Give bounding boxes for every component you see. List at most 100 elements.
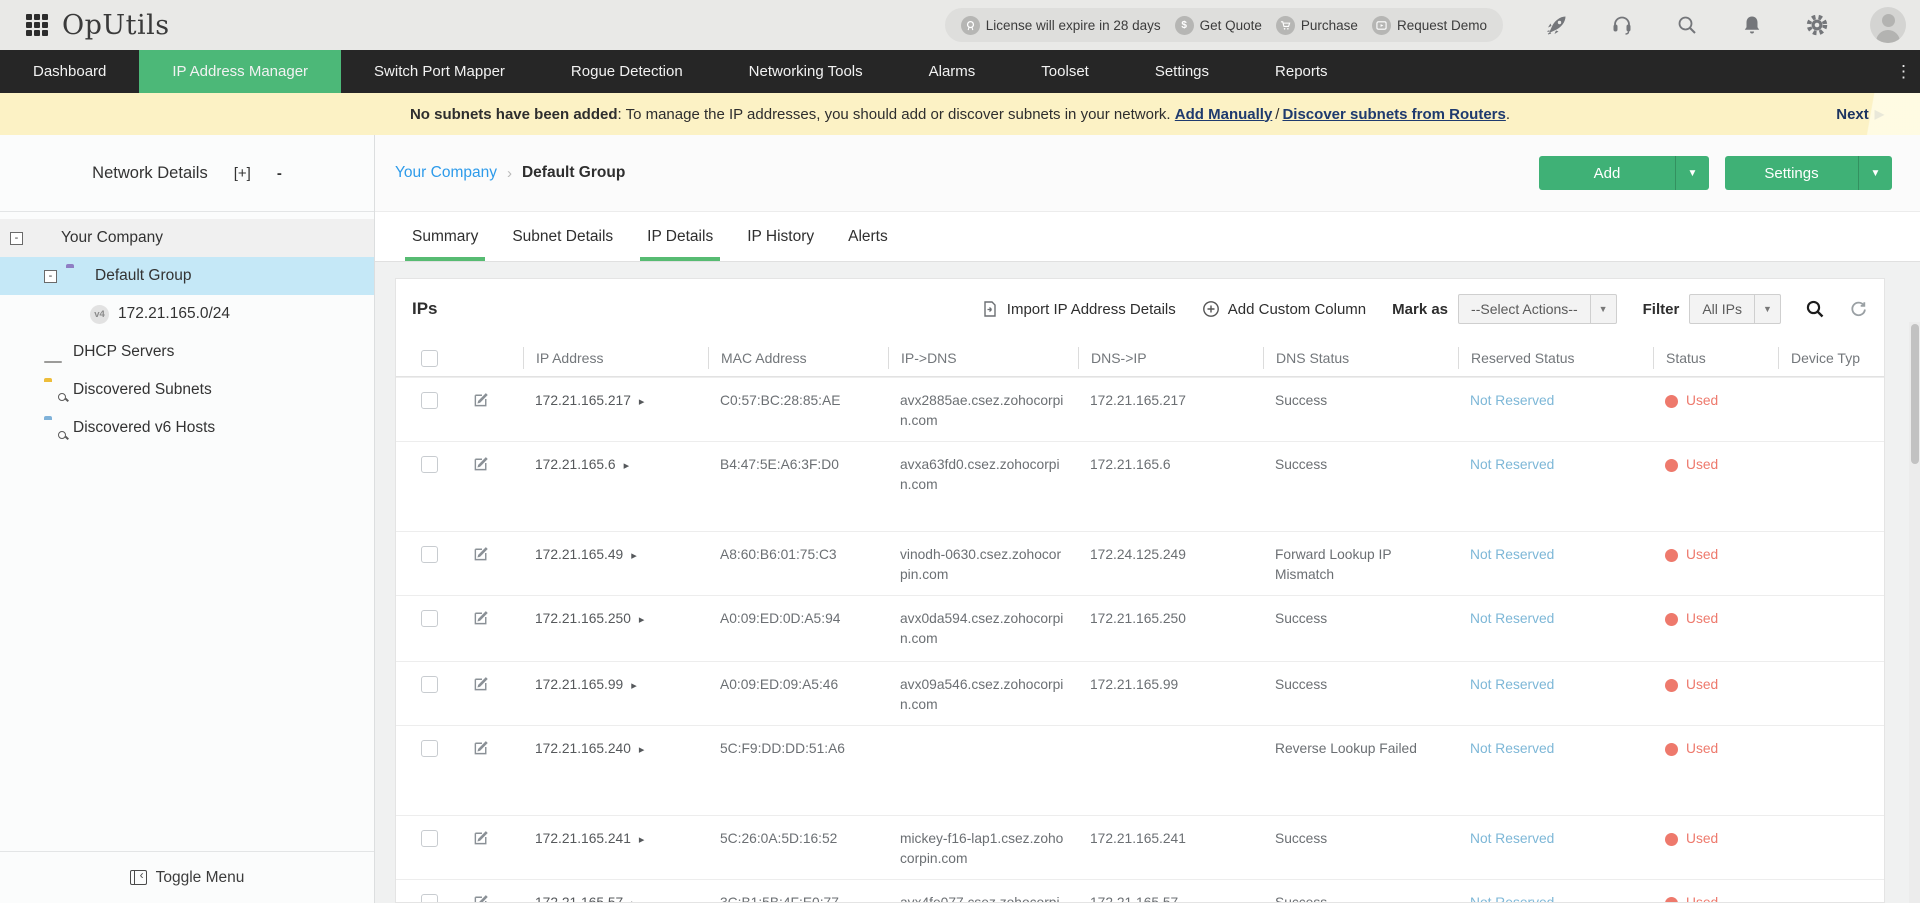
collapse-toggle-icon[interactable]: - (10, 231, 23, 245)
discover-subnets-link[interactable]: Discover subnets from Routers (1282, 106, 1505, 123)
col-header-status[interactable]: Status (1653, 346, 1778, 369)
row-checkbox[interactable] (421, 740, 438, 757)
edit-icon[interactable] (473, 391, 490, 408)
breadcrumb-parent-link[interactable]: Your Company (395, 164, 497, 182)
tree-item-default-group[interactable]: - Default Group (0, 257, 374, 295)
tree-item-discovered-v6-hosts[interactable]: Discovered v6 Hosts (0, 409, 374, 447)
col-header-ip-dns[interactable]: IP->DNS (888, 346, 1078, 369)
row-checkbox[interactable] (421, 456, 438, 473)
edit-icon[interactable] (473, 455, 490, 472)
reserved-status-link[interactable]: Not Reserved (1470, 741, 1554, 756)
col-header-reserved-status[interactable]: Reserved Status (1458, 346, 1653, 369)
add-dropdown-caret-icon[interactable]: ▼ (1675, 156, 1709, 190)
expand-row-icon[interactable]: ▸ (639, 610, 645, 630)
row-checkbox[interactable] (421, 392, 438, 409)
nav-switch-port-mapper[interactable]: Switch Port Mapper (341, 50, 538, 93)
settings-dropdown-caret-icon[interactable]: ▼ (1858, 156, 1892, 190)
select-actions-dropdown[interactable]: --Select Actions-- ▼ (1458, 294, 1617, 324)
notifications-bell-icon[interactable] (1740, 13, 1764, 37)
purchase-button[interactable]: Purchase (1275, 15, 1358, 35)
add-custom-column-button[interactable]: Add Custom Column (1202, 300, 1366, 318)
col-header-mac[interactable]: MAC Address (708, 346, 888, 369)
nav-ip-address-manager[interactable]: IP Address Manager (139, 50, 342, 93)
request-demo-button[interactable]: Request Demo (1371, 15, 1487, 35)
refresh-icon[interactable] (1849, 300, 1868, 319)
row-checkbox[interactable] (421, 676, 438, 693)
expand-row-icon[interactable]: ▸ (631, 894, 637, 902)
expand-row-icon[interactable]: ▸ (639, 740, 645, 760)
tab-ip-history[interactable]: IP History (730, 212, 831, 261)
collapse-toggle-icon[interactable]: - (44, 269, 57, 283)
add-button[interactable]: Add ▼ (1539, 156, 1709, 190)
vertical-scrollbar[interactable] (1909, 322, 1920, 903)
col-header-device-type[interactable]: Device Typ (1778, 346, 1884, 369)
reserved-status-link[interactable]: Not Reserved (1470, 895, 1554, 902)
tree-item-discovered-subnets[interactable]: Discovered Subnets (0, 371, 374, 409)
whats-new-rocket-icon[interactable] (1545, 13, 1569, 37)
dns-to-ip-value (1078, 726, 1263, 749)
nav-overflow-kebab-icon[interactable]: ⋮ (1895, 50, 1912, 93)
expand-row-icon[interactable]: ▸ (639, 392, 645, 412)
col-header-dns-ip[interactable]: DNS->IP (1078, 346, 1263, 369)
settings-gear-icon[interactable] (1805, 13, 1829, 37)
tree-item-subnet[interactable]: v4 172.21.165.0/24 (0, 295, 374, 333)
dropdown-caret-icon[interactable]: ▼ (1754, 295, 1780, 323)
expand-row-icon[interactable]: ▸ (631, 676, 637, 696)
expand-row-icon[interactable]: ▸ (631, 546, 637, 566)
tree-item-dhcp-servers[interactable]: DHCP Servers (0, 333, 374, 371)
row-checkbox[interactable] (421, 894, 438, 902)
col-header-dns-status[interactable]: DNS Status (1263, 346, 1458, 369)
settings-button[interactable]: Settings ▼ (1725, 156, 1892, 190)
edit-icon[interactable] (473, 829, 490, 846)
license-expiry[interactable]: License will expire in 28 days (960, 15, 1161, 35)
table-row: 172.21.165.57 ▸ 3C:B1:5B:4F:E0:77 avx4fe… (396, 879, 1884, 902)
reserved-status-link[interactable]: Not Reserved (1470, 611, 1554, 626)
nav-dashboard[interactable]: Dashboard (0, 50, 139, 93)
table-search-icon[interactable] (1805, 299, 1825, 319)
edit-icon[interactable] (473, 893, 490, 902)
edit-icon[interactable] (473, 609, 490, 626)
add-manually-link[interactable]: Add Manually (1175, 106, 1273, 123)
nav-alarms[interactable]: Alarms (896, 50, 1009, 93)
nav-settings[interactable]: Settings (1122, 50, 1242, 93)
select-all-checkbox[interactable] (421, 349, 438, 367)
tab-ip-details[interactable]: IP Details (630, 212, 730, 261)
import-ip-details-button[interactable]: Import IP Address Details (981, 300, 1176, 318)
collapse-all-button[interactable]: - (277, 165, 282, 182)
get-quote-button[interactable]: $ Get Quote (1174, 15, 1262, 35)
expand-all-button[interactable]: [+] (234, 165, 251, 182)
reserved-status-link[interactable]: Not Reserved (1470, 677, 1554, 692)
reserved-status-link[interactable]: Not Reserved (1470, 393, 1554, 408)
row-checkbox[interactable] (421, 610, 438, 627)
app-grid-icon[interactable] (26, 14, 48, 36)
scrollbar-thumb[interactable] (1910, 324, 1919, 464)
nav-networking-tools[interactable]: Networking Tools (716, 50, 896, 93)
reserved-status-link[interactable]: Not Reserved (1470, 831, 1554, 846)
expand-row-icon[interactable]: ▸ (624, 456, 630, 476)
ip-filter-dropdown[interactable]: All IPs ▼ (1689, 294, 1781, 324)
expand-row-icon[interactable]: ▸ (639, 830, 645, 850)
ip-to-dns-value: vinodh-0630.csez.zohocorpin.com (900, 547, 1062, 582)
tab-summary[interactable]: Summary (395, 212, 495, 261)
nav-rogue-detection[interactable]: Rogue Detection (538, 50, 716, 93)
reserved-status-link[interactable]: Not Reserved (1470, 547, 1554, 562)
tab-alerts[interactable]: Alerts (831, 212, 905, 261)
table-row: 172.21.165.49 ▸ A8:60:B6:01:75:C3 vinodh… (396, 531, 1884, 595)
col-header-ip[interactable]: IP Address (523, 346, 708, 369)
next-button[interactable]: Next ▶ (1836, 106, 1884, 123)
row-checkbox[interactable] (421, 830, 438, 847)
nav-toolset[interactable]: Toolset (1008, 50, 1122, 93)
dropdown-caret-icon[interactable]: ▼ (1589, 295, 1616, 323)
edit-icon[interactable] (473, 739, 490, 756)
tree-item-your-company[interactable]: - Your Company (0, 219, 374, 257)
tab-subnet-details[interactable]: Subnet Details (495, 212, 630, 261)
toggle-menu-button[interactable]: Toggle Menu (0, 851, 374, 903)
row-checkbox[interactable] (421, 546, 438, 563)
user-avatar[interactable] (1870, 7, 1906, 43)
reserved-status-link[interactable]: Not Reserved (1470, 457, 1554, 472)
search-icon[interactable] (1675, 13, 1699, 37)
edit-icon[interactable] (473, 545, 490, 562)
support-headset-icon[interactable] (1610, 13, 1634, 37)
edit-icon[interactable] (473, 675, 490, 692)
nav-reports[interactable]: Reports (1242, 50, 1361, 93)
